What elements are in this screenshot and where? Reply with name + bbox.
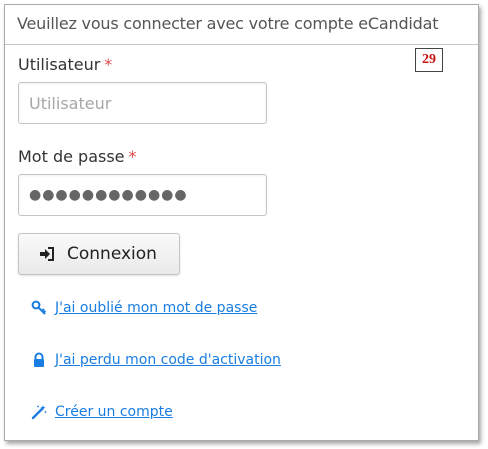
password-input[interactable]	[18, 174, 267, 216]
lock-icon	[31, 352, 47, 368]
required-mark: *	[104, 55, 113, 74]
magic-wand-icon	[31, 404, 47, 420]
sign-in-icon	[39, 246, 55, 262]
required-mark: *	[128, 147, 137, 166]
username-input[interactable]	[18, 82, 267, 124]
forgot-password-link-row[interactable]: J'ai oublié mon mot de passe	[31, 300, 257, 316]
connexion-button[interactable]: Connexion	[18, 233, 180, 275]
login-title: Veuillez vous connecter avec votre compt…	[17, 14, 439, 33]
lost-activation-code-link[interactable]: J'ai perdu mon code d'activation	[55, 352, 281, 368]
count-badge: 29	[415, 48, 443, 72]
create-account-link-row[interactable]: Créer un compte	[31, 404, 173, 420]
lost-activation-code-link-row[interactable]: J'ai perdu mon code d'activation	[31, 352, 281, 368]
username-label-text: Utilisateur	[18, 55, 101, 74]
key-icon	[31, 300, 47, 316]
username-label: Utilisateur *	[18, 55, 112, 74]
login-panel: Veuillez vous connecter avec votre compt…	[4, 4, 479, 441]
title-divider	[5, 44, 478, 45]
password-label: Mot de passe *	[18, 147, 137, 166]
create-account-link[interactable]: Créer un compte	[55, 404, 173, 420]
password-label-text: Mot de passe	[18, 147, 125, 166]
forgot-password-link[interactable]: J'ai oublié mon mot de passe	[55, 300, 257, 316]
connexion-button-label: Connexion	[67, 244, 157, 264]
